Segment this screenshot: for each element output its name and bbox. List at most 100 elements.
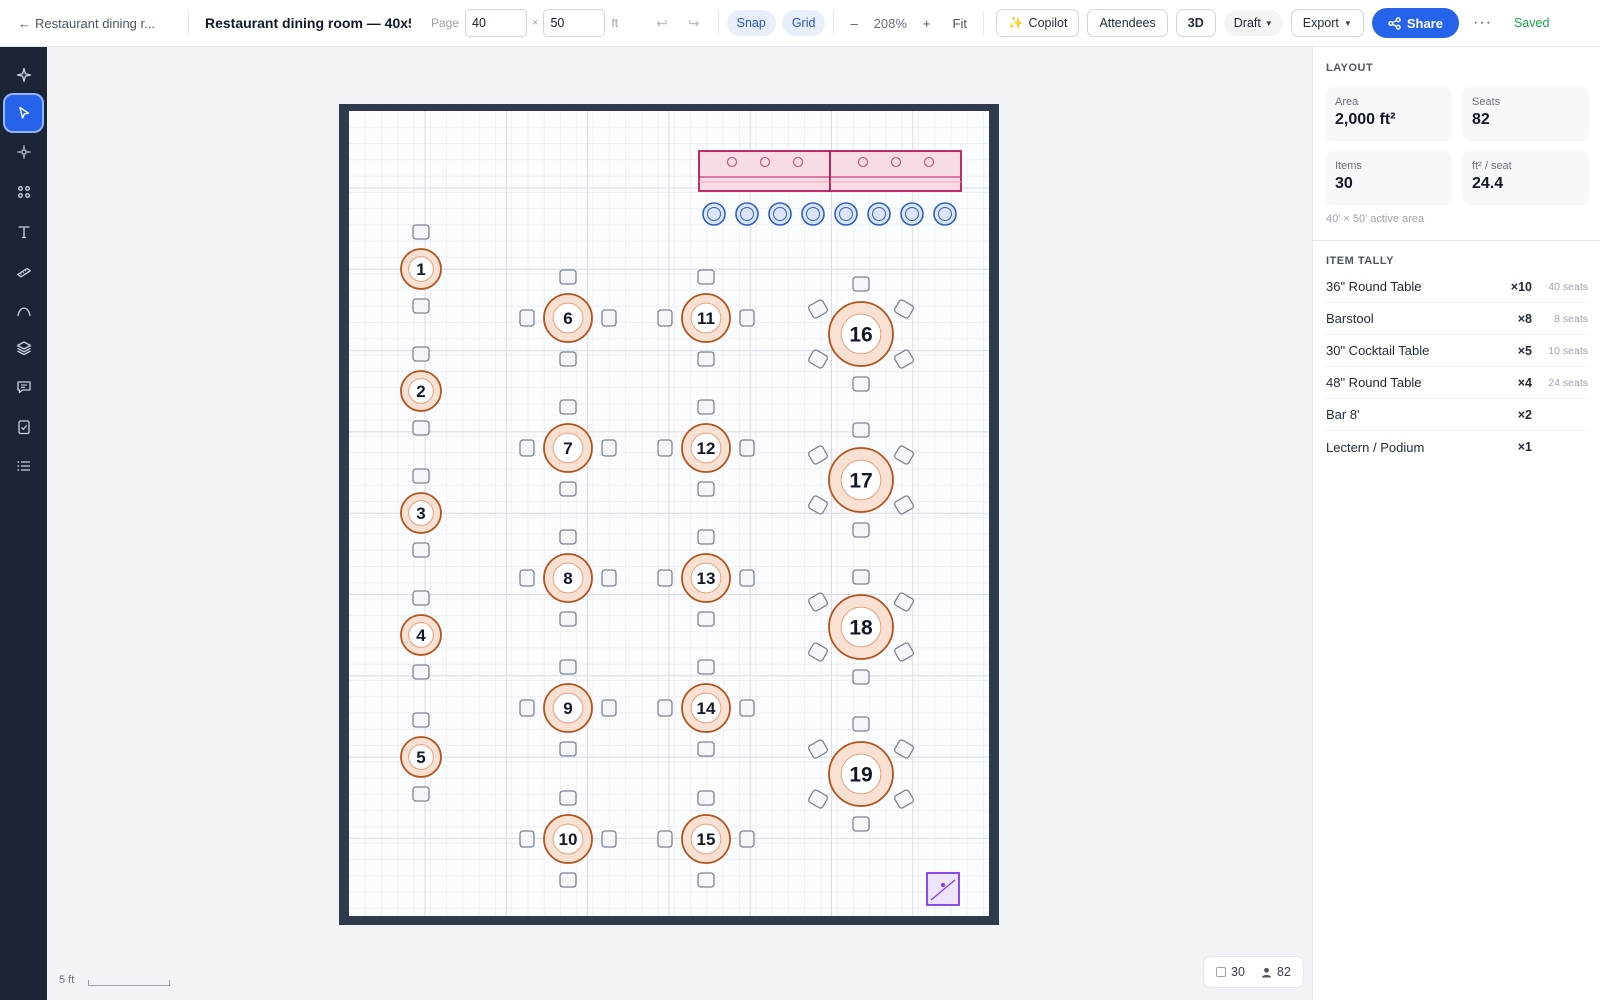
view-3d-button[interactable]: 3D xyxy=(1175,9,1216,37)
chair[interactable] xyxy=(559,399,577,415)
chair[interactable] xyxy=(601,439,617,457)
measure-tool-button[interactable] xyxy=(5,254,42,290)
chair[interactable] xyxy=(852,569,870,585)
barstool[interactable] xyxy=(900,202,924,226)
select-tool-button[interactable] xyxy=(5,95,42,131)
chair[interactable] xyxy=(519,569,535,587)
chair[interactable] xyxy=(697,872,715,888)
barstool[interactable] xyxy=(801,202,825,226)
chair[interactable] xyxy=(657,699,673,717)
chair[interactable] xyxy=(601,830,617,848)
undo-icon[interactable]: ↩ xyxy=(656,15,668,32)
chair[interactable] xyxy=(559,269,577,285)
chair[interactable] xyxy=(697,659,715,675)
chair[interactable] xyxy=(412,346,430,362)
chair[interactable] xyxy=(601,699,617,717)
chair[interactable] xyxy=(852,276,870,292)
tally-row[interactable]: Bar 8' ×2 xyxy=(1326,399,1588,431)
floor-plan-canvas[interactable]: 1 2 3 4 5 6 7 8 9 10 11 12 13 14 15 16 17 18 19 5 ft 30 82 xyxy=(47,47,1312,1000)
lectern-podium[interactable] xyxy=(926,872,960,906)
fit-button[interactable]: Fit xyxy=(953,16,967,31)
chair[interactable] xyxy=(519,309,535,327)
chair[interactable] xyxy=(559,481,577,497)
chair[interactable] xyxy=(412,664,430,680)
curve-tool-button[interactable] xyxy=(5,292,42,328)
chair[interactable] xyxy=(601,309,617,327)
chair[interactable] xyxy=(697,790,715,806)
chair[interactable] xyxy=(519,830,535,848)
barstool[interactable] xyxy=(702,202,726,226)
chair[interactable] xyxy=(559,611,577,627)
layers-tool-button[interactable] xyxy=(5,330,42,366)
chair[interactable] xyxy=(697,741,715,757)
chair[interactable] xyxy=(559,351,577,367)
tally-row[interactable]: Barstool ×8 8 seats xyxy=(1326,303,1588,335)
chair[interactable] xyxy=(519,699,535,717)
barstool[interactable] xyxy=(735,202,759,226)
chair[interactable] xyxy=(697,399,715,415)
page-width-input[interactable] xyxy=(465,9,528,37)
barstool[interactable] xyxy=(867,202,891,226)
components-tool-button[interactable] xyxy=(5,174,42,210)
chair[interactable] xyxy=(739,569,755,587)
chair[interactable] xyxy=(852,716,870,732)
chair[interactable] xyxy=(519,439,535,457)
chair[interactable] xyxy=(559,741,577,757)
more-options-icon[interactable]: ··· xyxy=(1473,14,1492,32)
chair[interactable] xyxy=(852,816,870,832)
back-link[interactable]: ← Restaurant dining r... xyxy=(18,16,180,31)
barstool[interactable] xyxy=(834,202,858,226)
chair[interactable] xyxy=(601,569,617,587)
node-tool-button[interactable] xyxy=(5,134,42,170)
barstool[interactable] xyxy=(933,202,957,226)
chair[interactable] xyxy=(852,422,870,438)
chair[interactable] xyxy=(657,439,673,457)
chair[interactable] xyxy=(412,590,430,606)
export-button[interactable]: Export ▼ xyxy=(1290,9,1364,37)
chair[interactable] xyxy=(412,712,430,728)
chair[interactable] xyxy=(739,830,755,848)
chair[interactable] xyxy=(657,830,673,848)
chair[interactable] xyxy=(697,351,715,367)
tally-row[interactable]: 48" Round Table ×4 24 seats xyxy=(1326,367,1588,399)
barstool[interactable] xyxy=(768,202,792,226)
tally-row[interactable]: 30" Cocktail Table ×5 10 seats xyxy=(1326,335,1588,367)
chair[interactable] xyxy=(657,569,673,587)
chair[interactable] xyxy=(739,439,755,457)
snap-toggle[interactable]: Snap xyxy=(726,10,776,36)
zoom-in-button[interactable]: + xyxy=(923,16,931,31)
chair[interactable] xyxy=(412,224,430,240)
copilot-button[interactable]: ✨ Copilot xyxy=(995,9,1080,37)
tally-row[interactable]: 36" Round Table ×10 40 seats xyxy=(1326,271,1588,303)
page-height-input[interactable] xyxy=(543,9,606,37)
chair[interactable] xyxy=(697,269,715,285)
redo-icon[interactable]: ↪ xyxy=(688,15,700,32)
chair[interactable] xyxy=(559,872,577,888)
chair[interactable] xyxy=(412,420,430,436)
chair[interactable] xyxy=(657,309,673,327)
floor-plan[interactable]: 12345678910111213141516171819 xyxy=(47,47,1312,1000)
attendees-button[interactable]: Attendees xyxy=(1087,9,1168,37)
chair[interactable] xyxy=(412,542,430,558)
grid-toggle[interactable]: Grid xyxy=(781,10,826,36)
chair[interactable] xyxy=(412,468,430,484)
chair[interactable] xyxy=(559,529,577,545)
chair[interactable] xyxy=(852,376,870,392)
chair[interactable] xyxy=(852,522,870,538)
share-button[interactable]: Share xyxy=(1371,8,1459,38)
status-dropdown[interactable]: Draft ▼ xyxy=(1223,10,1283,36)
ai-tool-button[interactable] xyxy=(5,57,42,93)
chair[interactable] xyxy=(412,298,430,314)
chair[interactable] xyxy=(697,529,715,545)
chair[interactable] xyxy=(559,790,577,806)
document-title[interactable]: Restaurant dining room — 40x50 xyxy=(205,15,411,31)
checklist-tool-button[interactable] xyxy=(5,409,42,445)
chair[interactable] xyxy=(412,786,430,802)
list-tool-button[interactable] xyxy=(5,448,42,484)
tally-row[interactable]: Lectern / Podium ×1 xyxy=(1326,431,1588,463)
zoom-out-button[interactable]: – xyxy=(850,16,857,31)
chair[interactable] xyxy=(697,481,715,497)
chair[interactable] xyxy=(739,699,755,717)
zoom-level[interactable]: 208% xyxy=(874,16,907,31)
chair[interactable] xyxy=(697,611,715,627)
